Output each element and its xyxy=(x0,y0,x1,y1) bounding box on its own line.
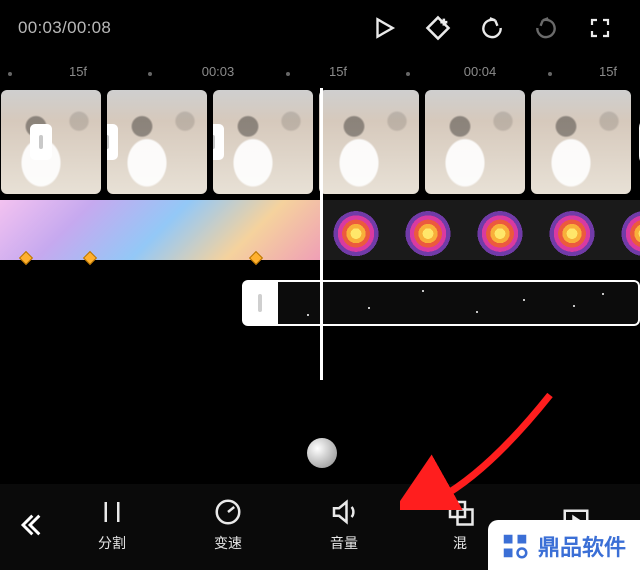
watermark-text: 鼎品软件 xyxy=(538,530,626,562)
video-clip[interactable] xyxy=(107,90,207,194)
tool-label: 音量 xyxy=(330,533,358,553)
tool-volume[interactable]: 音量 xyxy=(286,497,402,553)
video-clip[interactable] xyxy=(319,90,419,194)
ruler-tick: 15f xyxy=(69,64,87,79)
transition-handle[interactable] xyxy=(107,124,118,160)
ruler-tick: 00:03 xyxy=(202,64,235,79)
tool-split[interactable]: 分割 xyxy=(54,497,170,553)
tool-label: 混 xyxy=(453,533,467,553)
ruler-tick: 00:04 xyxy=(464,64,497,79)
video-clip[interactable] xyxy=(531,90,631,194)
play-button[interactable] xyxy=(362,6,406,50)
back-button[interactable] xyxy=(6,498,54,552)
tool-label: 分割 xyxy=(98,533,126,553)
redo-button xyxy=(524,6,568,50)
ruler-tick: 15f xyxy=(329,64,347,79)
video-clip[interactable] xyxy=(1,90,101,194)
keyframe-add-button[interactable] xyxy=(416,6,460,50)
watermark: 鼎品软件 xyxy=(488,520,640,570)
overlay-clip[interactable] xyxy=(278,280,640,326)
transition-handle[interactable] xyxy=(213,124,224,160)
effect-clip[interactable] xyxy=(320,200,640,260)
tool-speed[interactable]: 变速 xyxy=(170,497,286,553)
tool-label: 变速 xyxy=(214,533,242,553)
ruler-tick: 15f xyxy=(599,64,617,79)
effect-clip[interactable] xyxy=(0,200,320,260)
video-clip[interactable] xyxy=(425,90,525,194)
fullscreen-button[interactable] xyxy=(578,6,622,50)
transition-handle[interactable] xyxy=(30,124,52,160)
timeline-ruler[interactable]: 15f 00:03 15f 00:04 15f xyxy=(0,62,640,90)
playhead[interactable] xyxy=(320,88,323,380)
timecode: 00:03/00:08 xyxy=(18,18,111,38)
watermark-logo-icon xyxy=(500,531,530,561)
overlay-trim-handle[interactable] xyxy=(242,280,278,326)
undo-button[interactable] xyxy=(470,6,514,50)
playhead-knob[interactable] xyxy=(307,438,337,468)
video-clip[interactable] xyxy=(213,90,313,194)
